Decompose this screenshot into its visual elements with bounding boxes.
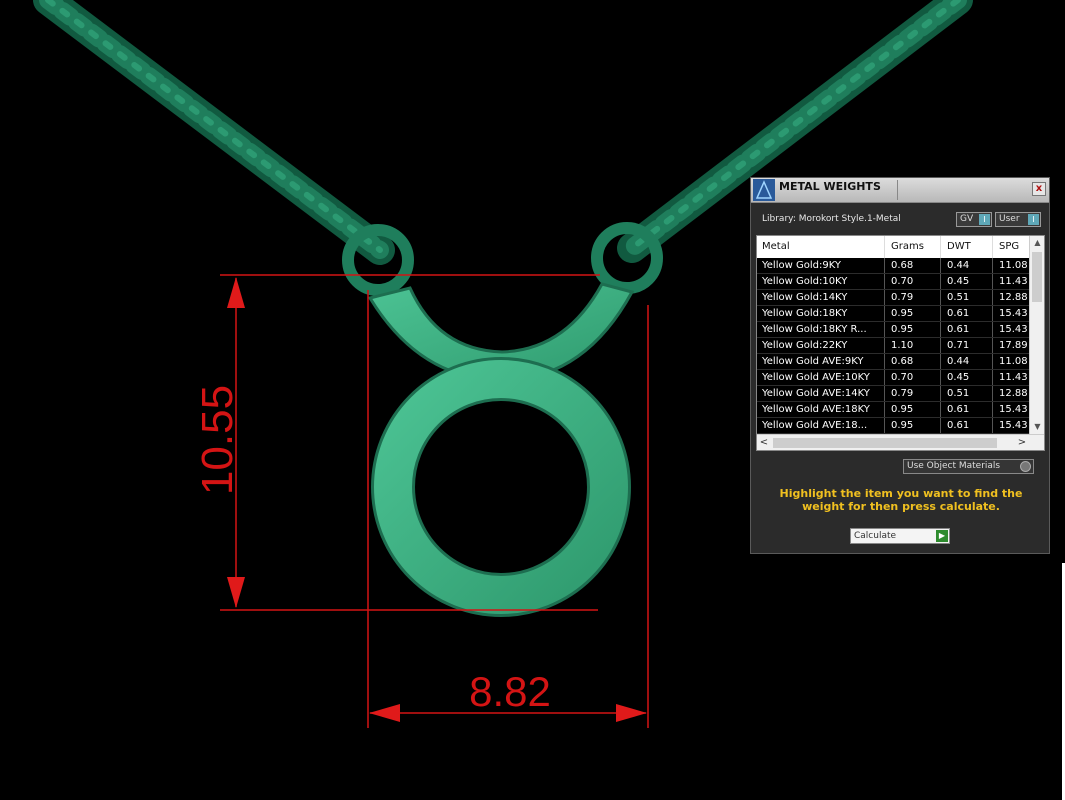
close-button[interactable]: x bbox=[1032, 182, 1046, 196]
metal-weights-panel[interactable]: METAL WEIGHTS x Library: Morokort Style.… bbox=[750, 177, 1050, 554]
cell-metal: Yellow Gold:14KY bbox=[757, 290, 885, 305]
dimension-width-label: 8.82 bbox=[469, 668, 551, 715]
cell-metal: Yellow Gold:18KY R... bbox=[757, 322, 885, 337]
cell-metal: Yellow Gold AVE:18KY bbox=[757, 402, 885, 417]
play-arrow-icon: ▶ bbox=[936, 530, 948, 542]
cell-spg: 15.43 bbox=[994, 306, 1034, 321]
cell-metal: Yellow Gold AVE:9KY bbox=[757, 354, 885, 369]
cell-metal: Yellow Gold AVE:14KY bbox=[757, 386, 885, 401]
title-divider bbox=[897, 180, 898, 200]
cell-spg: 11.08 bbox=[994, 354, 1034, 369]
cell-spg: 11.43 bbox=[994, 370, 1034, 385]
table-row[interactable]: Yellow Gold AVE:14KY 0.79 0.51 12.88 bbox=[757, 386, 1034, 402]
cell-dwt: 0.51 bbox=[942, 290, 993, 305]
column-header-metal[interactable]: Metal bbox=[757, 236, 885, 258]
gv-toggle[interactable]: GV I bbox=[956, 212, 992, 227]
dimension-height-label: 10.55 bbox=[193, 385, 242, 495]
table-row[interactable]: Yellow Gold:22KY 1.10 0.71 17.89 bbox=[757, 338, 1034, 354]
cell-grams: 0.68 bbox=[886, 258, 941, 273]
vertical-scrollbar[interactable]: ▲ ▼ bbox=[1029, 236, 1044, 434]
library-label: Library: Morokort Style.1-Metal bbox=[762, 214, 901, 224]
user-toggle[interactable]: User I bbox=[995, 212, 1041, 227]
use-object-materials-label: Use Object Materials bbox=[907, 461, 1001, 471]
cell-spg: 15.43 bbox=[994, 402, 1034, 417]
chain-left bbox=[33, 0, 395, 265]
cell-grams: 0.95 bbox=[886, 418, 941, 433]
user-toggle-label: User bbox=[999, 214, 1020, 224]
cell-spg: 17.89 bbox=[994, 338, 1034, 353]
instruction-text: Highlight the item you want to find the … bbox=[779, 487, 1023, 513]
cell-grams: 0.70 bbox=[886, 274, 941, 289]
cell-spg: 12.88 bbox=[994, 290, 1034, 305]
cell-grams: 0.79 bbox=[886, 386, 941, 401]
horizontal-scrollbar[interactable]: < > bbox=[757, 434, 1044, 450]
cell-grams: 0.70 bbox=[886, 370, 941, 385]
cell-spg: 15.43 bbox=[994, 418, 1034, 433]
toggle-indicator-icon: I bbox=[1028, 214, 1039, 225]
table-row[interactable]: Yellow Gold AVE:10KY 0.70 0.45 11.43 bbox=[757, 370, 1034, 386]
cell-metal: Yellow Gold AVE:10KY bbox=[757, 370, 885, 385]
toggle-indicator-icon: I bbox=[979, 214, 990, 225]
scroll-right-icon[interactable]: > bbox=[1015, 435, 1029, 450]
scroll-down-icon[interactable]: ▼ bbox=[1030, 420, 1044, 434]
column-header-dwt[interactable]: DWT bbox=[942, 236, 993, 258]
cell-grams: 0.95 bbox=[886, 306, 941, 321]
table-row[interactable]: Yellow Gold:18KY 0.95 0.61 15.43 bbox=[757, 306, 1034, 322]
cell-spg: 12.88 bbox=[994, 386, 1034, 401]
table-row[interactable]: Yellow Gold:14KY 0.79 0.51 12.88 bbox=[757, 290, 1034, 306]
table-header: Metal Grams DWT SPG bbox=[757, 236, 1034, 259]
cell-dwt: 0.45 bbox=[942, 370, 993, 385]
cell-metal: Yellow Gold:10KY bbox=[757, 274, 885, 289]
metal-table[interactable]: Metal Grams DWT SPG Yellow Gold:9KY 0.68 0… bbox=[756, 235, 1045, 451]
cell-metal: Yellow Gold:9KY bbox=[757, 258, 885, 273]
cell-dwt: 0.45 bbox=[942, 274, 993, 289]
cell-grams: 0.68 bbox=[886, 354, 941, 369]
app-logo-icon bbox=[753, 179, 775, 201]
panel-titlebar[interactable]: METAL WEIGHTS x bbox=[751, 178, 1049, 203]
cell-grams: 1.10 bbox=[886, 338, 941, 353]
cell-spg: 11.43 bbox=[994, 274, 1034, 289]
cell-dwt: 0.51 bbox=[942, 386, 993, 401]
radio-indicator-icon bbox=[1020, 461, 1031, 472]
cell-spg: 11.08 bbox=[994, 258, 1034, 273]
table-body: Yellow Gold:9KY 0.68 0.44 11.08 Yellow Gold… bbox=[757, 258, 1034, 434]
horizontal-scroll-thumb[interactable] bbox=[773, 438, 997, 448]
cell-grams: 0.95 bbox=[886, 322, 941, 337]
column-header-grams[interactable]: Grams bbox=[886, 236, 941, 258]
panel-title: METAL WEIGHTS bbox=[779, 180, 881, 193]
calculate-label: Calculate bbox=[854, 531, 897, 541]
taurus-pendant[interactable] bbox=[367, 282, 635, 617]
cell-dwt: 0.61 bbox=[942, 402, 993, 417]
cell-metal: Yellow Gold:18KY bbox=[757, 306, 885, 321]
vertical-scroll-thumb[interactable] bbox=[1032, 252, 1042, 302]
cell-dwt: 0.44 bbox=[942, 354, 993, 369]
table-row[interactable]: Yellow Gold AVE:18KY 0.95 0.61 15.43 bbox=[757, 402, 1034, 418]
column-header-spg[interactable]: SPG bbox=[994, 236, 1034, 258]
table-row[interactable]: Yellow Gold:10KY 0.70 0.45 11.43 bbox=[757, 274, 1034, 290]
scroll-left-icon[interactable]: < bbox=[757, 435, 771, 450]
cell-grams: 0.95 bbox=[886, 402, 941, 417]
scroll-up-icon[interactable]: ▲ bbox=[1030, 236, 1044, 250]
table-row[interactable]: Yellow Gold:18KY R... 0.95 0.61 15.43 bbox=[757, 322, 1034, 338]
table-row[interactable]: Yellow Gold AVE:9KY 0.68 0.44 11.08 bbox=[757, 354, 1034, 370]
cell-spg: 15.43 bbox=[994, 322, 1034, 337]
cell-dwt: 0.61 bbox=[942, 418, 993, 433]
use-object-materials-toggle[interactable]: Use Object Materials bbox=[903, 459, 1034, 474]
cell-dwt: 0.71 bbox=[942, 338, 993, 353]
table-row[interactable]: Yellow Gold AVE:18... 0.95 0.61 15.43 bbox=[757, 418, 1034, 434]
cell-dwt: 0.61 bbox=[942, 306, 993, 321]
gv-toggle-label: GV bbox=[960, 214, 974, 224]
cell-dwt: 0.44 bbox=[942, 258, 993, 273]
calculate-button[interactable]: Calculate ▶ bbox=[850, 528, 950, 544]
cell-grams: 0.79 bbox=[886, 290, 941, 305]
cell-dwt: 0.61 bbox=[942, 322, 993, 337]
table-row[interactable]: Yellow Gold:9KY 0.68 0.44 11.08 bbox=[757, 258, 1034, 274]
cell-metal: Yellow Gold AVE:18... bbox=[757, 418, 885, 433]
cell-metal: Yellow Gold:22KY bbox=[757, 338, 885, 353]
